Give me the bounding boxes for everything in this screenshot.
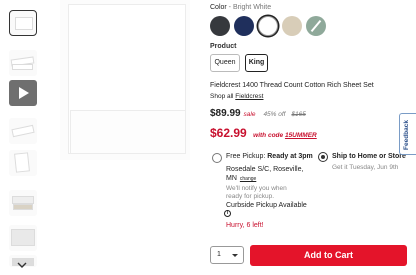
sale-price: $89.99 bbox=[210, 108, 241, 119]
quantity-value: 1 bbox=[217, 251, 221, 258]
promo-prefix: with code bbox=[253, 132, 284, 139]
thumbnail-2[interactable] bbox=[9, 50, 37, 76]
notify-line1: We'll notify you when bbox=[226, 185, 287, 192]
add-to-cart-button[interactable]: Add to Cart bbox=[250, 245, 407, 266]
thumbnail-5[interactable] bbox=[9, 150, 37, 176]
thumbnail-4[interactable] bbox=[9, 118, 37, 144]
sale-label: sale bbox=[243, 111, 256, 118]
free-pickup-line: Free Pickup: Ready at 3pm bbox=[226, 153, 313, 160]
thumbnail-7[interactable] bbox=[9, 225, 37, 251]
chevron-down-icon[interactable] bbox=[17, 260, 27, 270]
pickup-ready-time: Ready at 3pm bbox=[267, 153, 313, 160]
promo-text: with code 15UMMER bbox=[253, 132, 317, 139]
thumbnail-6[interactable] bbox=[9, 190, 37, 216]
main-product-image[interactable] bbox=[60, 0, 190, 160]
size-queen-button[interactable]: Queen bbox=[210, 54, 240, 72]
product-title: Fieldcrest 1400 Thread Count Cotton Rich… bbox=[210, 82, 374, 89]
original-price: $165 bbox=[291, 111, 306, 118]
swatch-black[interactable] bbox=[210, 16, 230, 36]
play-icon bbox=[19, 87, 29, 99]
price-row: $89.99 sale 45% off $165 bbox=[210, 108, 306, 119]
color-label: Color - Bright White bbox=[210, 4, 271, 11]
size-king-button[interactable]: King bbox=[245, 54, 268, 72]
thumbnail-video[interactable] bbox=[9, 80, 37, 106]
feedback-label: Feedback bbox=[403, 120, 410, 150]
thumbnail-1[interactable] bbox=[9, 10, 37, 36]
change-store-link[interactable]: change bbox=[240, 176, 256, 182]
discount-label: 45% off bbox=[263, 111, 286, 118]
shop-all-brand: Shop all Fieldcrest bbox=[210, 93, 263, 100]
free-pickup-label: Free Pickup: bbox=[226, 153, 266, 160]
swatch-navy[interactable] bbox=[234, 16, 254, 36]
shop-all-prefix: Shop all bbox=[210, 93, 236, 100]
promo-code-link[interactable]: 15UMMER bbox=[285, 132, 317, 139]
swatch-linen[interactable] bbox=[282, 16, 302, 36]
caret-down-icon bbox=[232, 254, 238, 257]
ship-to-home-radio[interactable] bbox=[318, 152, 328, 162]
quantity-select[interactable]: 1 bbox=[210, 246, 244, 264]
curbside-pickup: Curbside Pickup Available bbox=[226, 202, 307, 209]
color-value: Bright White bbox=[232, 4, 272, 11]
pickup-store-line2: MN bbox=[226, 175, 237, 182]
color-label-text: Color bbox=[210, 4, 227, 11]
info-icon[interactable]: i bbox=[224, 210, 231, 217]
notify-line2: ready for pickup. bbox=[226, 193, 275, 200]
pickup-store-line1: Rosedale S/C, Roseville, bbox=[226, 166, 304, 173]
ship-label: Ship to Home or Store bbox=[332, 153, 406, 160]
low-stock-warning: Hurry, 6 left! bbox=[226, 222, 264, 229]
ship-eta: Get it Tuesday, Jun 9th bbox=[332, 164, 399, 171]
promo-price: $62.99 bbox=[210, 126, 247, 140]
feedback-tab[interactable]: Feedback bbox=[399, 113, 416, 155]
brand-link[interactable]: Fieldcrest bbox=[235, 93, 263, 100]
promo-price-row: $62.99 with code 15UMMER bbox=[210, 124, 317, 142]
product-label: Product bbox=[210, 43, 237, 50]
swatch-sage-stripe[interactable] bbox=[306, 16, 326, 36]
pickup-store-line2-row: MN change bbox=[226, 175, 256, 182]
swatch-bright-white[interactable] bbox=[258, 16, 278, 36]
free-pickup-radio[interactable] bbox=[212, 153, 222, 163]
